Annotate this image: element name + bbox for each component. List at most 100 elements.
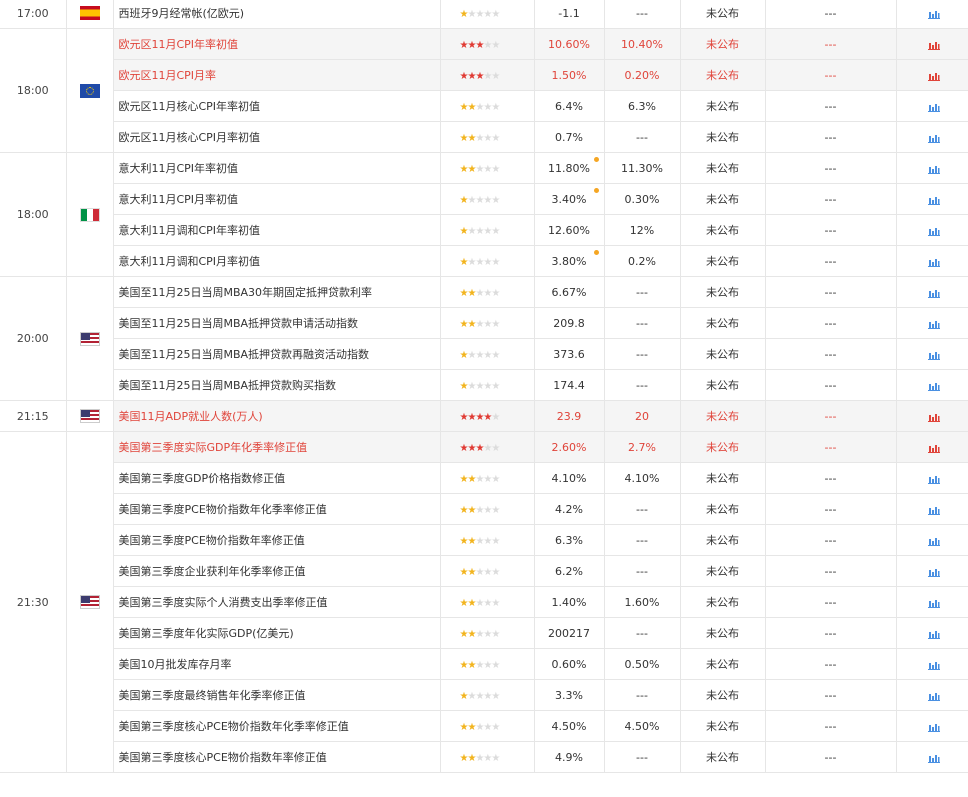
- table-row[interactable]: 美国第三季度最终销售年化季率修正值 ★★★★★ 3.3% --- 未公布 ---: [0, 679, 968, 711]
- star-icon: ★: [475, 101, 484, 113]
- star-icon: ★: [459, 39, 469, 51]
- table-row[interactable]: 意大利11月CPI月率初值 ★★★★★ 3.40% 0.30% 未公布 ---: [0, 183, 968, 215]
- event-name[interactable]: 美国11月ADP就业人数(万人): [112, 400, 441, 432]
- event-name[interactable]: 欧元区11月CPI年率初值: [112, 28, 441, 60]
- previous-value: 4.9%: [533, 741, 605, 773]
- bar-chart-icon[interactable]: [927, 505, 940, 515]
- previous-value: 12.60%: [533, 214, 605, 246]
- table-row[interactable]: 18:00 意大利11月CPI年率初值 ★★★★★ 11.80% 11.30% 未公布 --…: [0, 152, 968, 277]
- bar-chart-icon[interactable]: [927, 71, 940, 81]
- star-icon: ★: [467, 659, 476, 671]
- event-name[interactable]: 意大利11月CPI月率初值: [112, 183, 441, 215]
- event-name[interactable]: 美国第三季度PCE物价指数年率修正值: [112, 524, 441, 556]
- event-name[interactable]: 意大利11月调和CPI月率初值: [112, 245, 441, 277]
- bar-chart-icon[interactable]: [927, 598, 940, 608]
- table-row[interactable]: 意大利11月调和CPI月率初值 ★★★★★ 3.80% 0.2% 未公布 ---: [0, 245, 968, 277]
- event-name[interactable]: 意大利11月CPI年率初值: [112, 152, 441, 184]
- table-row[interactable]: 欧元区11月核心CPI年率初值 ★★★★★ 6.4% 6.3% 未公布 ---: [0, 90, 968, 122]
- event-name[interactable]: 美国第三季度实际个人消费支出季率修正值: [112, 586, 441, 618]
- table-row[interactable]: 美国第三季度GDP价格指数修正值 ★★★★★ 4.10% 4.10% 未公布 ---: [0, 462, 968, 494]
- bar-chart-icon[interactable]: [927, 443, 940, 453]
- bar-chart-icon[interactable]: [927, 288, 940, 298]
- event-name[interactable]: 美国至11月25日当周MBA抵押贷款再融资活动指数: [112, 338, 441, 370]
- star-icon: ★: [491, 163, 500, 175]
- event-name[interactable]: 美国第三季度企业获利年化季率修正值: [112, 555, 441, 587]
- bar-chart-icon[interactable]: [927, 133, 940, 143]
- event-name[interactable]: 美国至11月25日当周MBA30年期固定抵押贷款利率: [112, 276, 441, 308]
- event-name[interactable]: 美国第三季度GDP价格指数修正值: [112, 462, 441, 494]
- table-row[interactable]: 17:00 西班牙9月经常帐(亿欧元) ★★★★★ -1.1 --- 未公布 ---: [0, 0, 968, 29]
- table-row[interactable]: 21:15 美国11月ADP就业人数(万人) ★★★★★ 23.9 20 未公布 ---: [0, 400, 968, 432]
- event-name[interactable]: 意大利11月调和CPI年率初值: [112, 214, 441, 246]
- published-value: 未公布: [679, 307, 766, 339]
- previous-value: 6.4%: [533, 90, 605, 122]
- impact-value: ---: [764, 0, 897, 29]
- forecast-value: ---: [603, 338, 681, 370]
- bar-chart-icon[interactable]: [927, 474, 940, 484]
- table-row[interactable]: 欧元区11月核心CPI月率初值 ★★★★★ 0.7% --- 未公布 ---: [0, 121, 968, 153]
- bar-chart-icon[interactable]: [927, 536, 940, 546]
- event-time: 18:00: [0, 152, 67, 277]
- bar-chart-icon[interactable]: [927, 412, 940, 422]
- importance-stars: ★★★★★: [439, 152, 535, 184]
- table-row[interactable]: 20:00 美国至11月25日当周MBA30年期固定抵押贷款利率 ★★★★★ 6.67…: [0, 276, 968, 401]
- previous-value: 6.3%: [533, 524, 605, 556]
- bar-chart-icon[interactable]: [927, 195, 940, 205]
- event-name[interactable]: 美国第三季度PCE物价指数年化季率修正值: [112, 493, 441, 525]
- bar-chart-icon[interactable]: [927, 40, 940, 50]
- impact-value: ---: [764, 245, 897, 277]
- event-name[interactable]: 欧元区11月CPI月率: [112, 59, 441, 91]
- previous-value: 1.40%: [533, 586, 605, 618]
- bar-chart-icon[interactable]: [927, 381, 940, 391]
- previous-value: 11.80%: [533, 152, 605, 184]
- event-name[interactable]: 美国第三季度实际GDP年化季率修正值: [112, 431, 441, 463]
- table-row[interactable]: 美国第三季度PCE物价指数年率修正值 ★★★★★ 6.3% --- 未公布 ---: [0, 524, 968, 556]
- table-row[interactable]: 美国第三季度年化实际GDP(亿美元) ★★★★★ 200217 --- 未公布 ---: [0, 617, 968, 649]
- table-row[interactable]: 美国第三季度核心PCE物价指数年化季率修正值 ★★★★★ 4.50% 4.50% 未公布…: [0, 710, 968, 742]
- bar-chart-icon[interactable]: [927, 102, 940, 112]
- table-row[interactable]: 美国第三季度实际个人消费支出季率修正值 ★★★★★ 1.40% 1.60% 未公布 ---: [0, 586, 968, 618]
- bar-chart-icon[interactable]: [927, 319, 940, 329]
- chart-cell: [895, 524, 968, 556]
- star-icon: ★: [475, 690, 484, 702]
- published-value: 未公布: [679, 152, 766, 184]
- event-name[interactable]: 美国第三季度核心PCE物价指数年率修正值: [112, 741, 441, 773]
- table-row[interactable]: 意大利11月调和CPI年率初值 ★★★★★ 12.60% 12% 未公布 ---: [0, 214, 968, 246]
- event-name[interactable]: 美国10月批发库存月率: [112, 648, 441, 680]
- table-row[interactable]: 21:30 美国第三季度实际GDP年化季率修正值 ★★★★★ 2.60% 2.7% 未公布…: [0, 431, 968, 773]
- bar-chart-icon[interactable]: [927, 257, 940, 267]
- table-row[interactable]: 美国至11月25日当周MBA抵押贷款申请活动指数 ★★★★★ 209.8 --- 未公布…: [0, 307, 968, 339]
- bar-chart-icon[interactable]: [927, 753, 940, 763]
- importance-stars: ★★★★★: [439, 648, 535, 680]
- event-name[interactable]: 美国至11月25日当周MBA抵押贷款购买指数: [112, 369, 441, 401]
- table-row[interactable]: 美国第三季度企业获利年化季率修正值 ★★★★★ 6.2% --- 未公布 ---: [0, 555, 968, 587]
- event-name[interactable]: 美国第三季度年化实际GDP(亿美元): [112, 617, 441, 649]
- table-row[interactable]: 美国至11月25日当周MBA抵押贷款购买指数 ★★★★★ 174.4 --- 未公布 --…: [0, 369, 968, 401]
- impact-value: ---: [764, 400, 897, 432]
- table-row[interactable]: 欧元区11月CPI月率 ★★★★★ 1.50% 0.20% 未公布 ---: [0, 59, 968, 91]
- table-row[interactable]: 18:00 欧元区11月CPI年率初值 ★★★★★ 10.60% 10.40% 未公布 --…: [0, 28, 968, 153]
- table-row[interactable]: 美国第三季度核心PCE物价指数年率修正值 ★★★★★ 4.9% --- 未公布 ---: [0, 741, 968, 773]
- event-name[interactable]: 美国第三季度核心PCE物价指数年化季率修正值: [112, 710, 441, 742]
- event-name[interactable]: 美国至11月25日当周MBA抵押贷款申请活动指数: [112, 307, 441, 339]
- bar-chart-icon[interactable]: [927, 164, 940, 174]
- table-row[interactable]: 美国第三季度PCE物价指数年化季率修正值 ★★★★★ 4.2% --- 未公布 ---: [0, 493, 968, 525]
- table-row[interactable]: 美国至11月25日当周MBA抵押贷款再融资活动指数 ★★★★★ 373.6 --- 未公…: [0, 338, 968, 370]
- bar-chart-icon[interactable]: [927, 9, 940, 19]
- star-icon: ★: [459, 163, 469, 175]
- event-name[interactable]: 西班牙9月经常帐(亿欧元): [112, 0, 441, 29]
- table-row[interactable]: 美国10月批发库存月率 ★★★★★ 0.60% 0.50% 未公布 ---: [0, 648, 968, 680]
- bar-chart-icon[interactable]: [927, 691, 940, 701]
- bar-chart-icon[interactable]: [927, 567, 940, 577]
- event-name[interactable]: 美国第三季度最终销售年化季率修正值: [112, 679, 441, 711]
- bar-chart-icon[interactable]: [927, 629, 940, 639]
- bar-chart-icon[interactable]: [927, 660, 940, 670]
- previous-value: 2.60%: [533, 431, 605, 463]
- bar-chart-icon[interactable]: [927, 722, 940, 732]
- star-icon: ★: [459, 225, 469, 237]
- published-value: 未公布: [679, 338, 766, 370]
- bar-chart-icon[interactable]: [927, 226, 940, 236]
- event-name[interactable]: 欧元区11月核心CPI月率初值: [112, 121, 441, 153]
- event-name[interactable]: 欧元区11月核心CPI年率初值: [112, 90, 441, 122]
- bar-chart-icon[interactable]: [927, 350, 940, 360]
